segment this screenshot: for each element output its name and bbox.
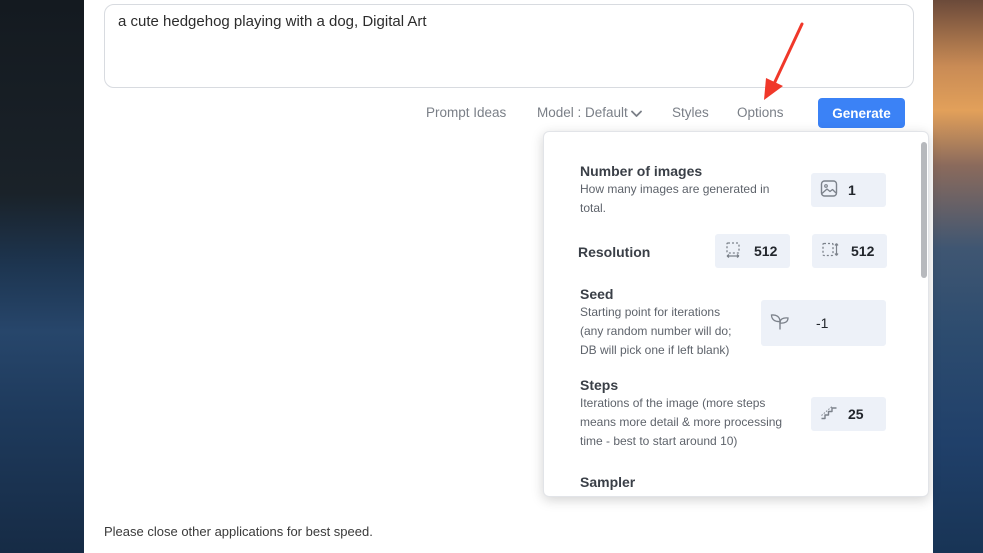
- desc-line: time - best to start around 10): [580, 434, 738, 448]
- number-of-images-value: 1: [848, 182, 856, 198]
- model-dropdown-label: Model : Default: [537, 105, 628, 120]
- styles-button[interactable]: Styles: [672, 105, 709, 120]
- resolution-title: Resolution: [578, 244, 651, 260]
- width-icon: [724, 241, 742, 262]
- sprout-icon: [770, 313, 790, 334]
- number-of-images-title: Number of images: [580, 163, 703, 179]
- desktop-wallpaper-right: [933, 0, 983, 553]
- seed-value: -1: [816, 315, 829, 331]
- height-icon: [821, 241, 839, 262]
- seed-desc: Starting point for iterations (any rando…: [580, 303, 731, 360]
- number-of-images-desc: How many images are generated in total.: [580, 180, 769, 218]
- chevron-down-icon: [630, 106, 642, 121]
- desc-line: total.: [580, 201, 607, 215]
- desc-line: Starting point for iterations: [580, 305, 721, 319]
- options-button[interactable]: Options: [737, 105, 784, 120]
- options-panel: Number of images How many images are gen…: [543, 131, 929, 497]
- prompt-ideas-button[interactable]: Prompt Ideas: [426, 105, 506, 120]
- desc-line: Iterations of the image (more steps: [580, 396, 766, 410]
- resolution-width-field[interactable]: 512: [715, 234, 790, 268]
- desc-line: How many images are generated in: [580, 182, 770, 196]
- seed-title: Seed: [580, 286, 614, 302]
- steps-value: 25: [848, 406, 864, 422]
- steps-title: Steps: [580, 377, 619, 393]
- annotation-arrow-icon: [764, 22, 804, 100]
- seed-input[interactable]: -1: [761, 300, 886, 346]
- desktop-wallpaper-left: [0, 0, 84, 553]
- model-dropdown[interactable]: Model : Default: [537, 105, 642, 121]
- stairs-icon: [820, 404, 838, 425]
- generate-button[interactable]: Generate: [818, 98, 905, 128]
- options-scrollbar[interactable]: [921, 142, 927, 278]
- number-of-images-field[interactable]: 1: [811, 173, 886, 207]
- resolution-width-value: 512: [754, 243, 778, 259]
- desc-line: (any random number will do;: [580, 324, 732, 338]
- prompt-text: a cute hedgehog playing with a dog, Digi…: [118, 13, 427, 30]
- steps-desc: Iterations of the image (more steps mean…: [580, 394, 782, 451]
- resolution-height-value: 512: [851, 243, 875, 259]
- desc-line: DB will pick one if left blank): [580, 343, 730, 357]
- generate-button-label: Generate: [832, 105, 891, 121]
- desc-line: means more detail & more processing: [580, 415, 783, 429]
- steps-field[interactable]: 25: [811, 397, 886, 431]
- image-icon: [820, 180, 838, 201]
- sampler-title: Sampler: [580, 474, 636, 490]
- resolution-height-field[interactable]: 512: [812, 234, 887, 268]
- speed-tip: Please close other applications for best…: [104, 524, 373, 539]
